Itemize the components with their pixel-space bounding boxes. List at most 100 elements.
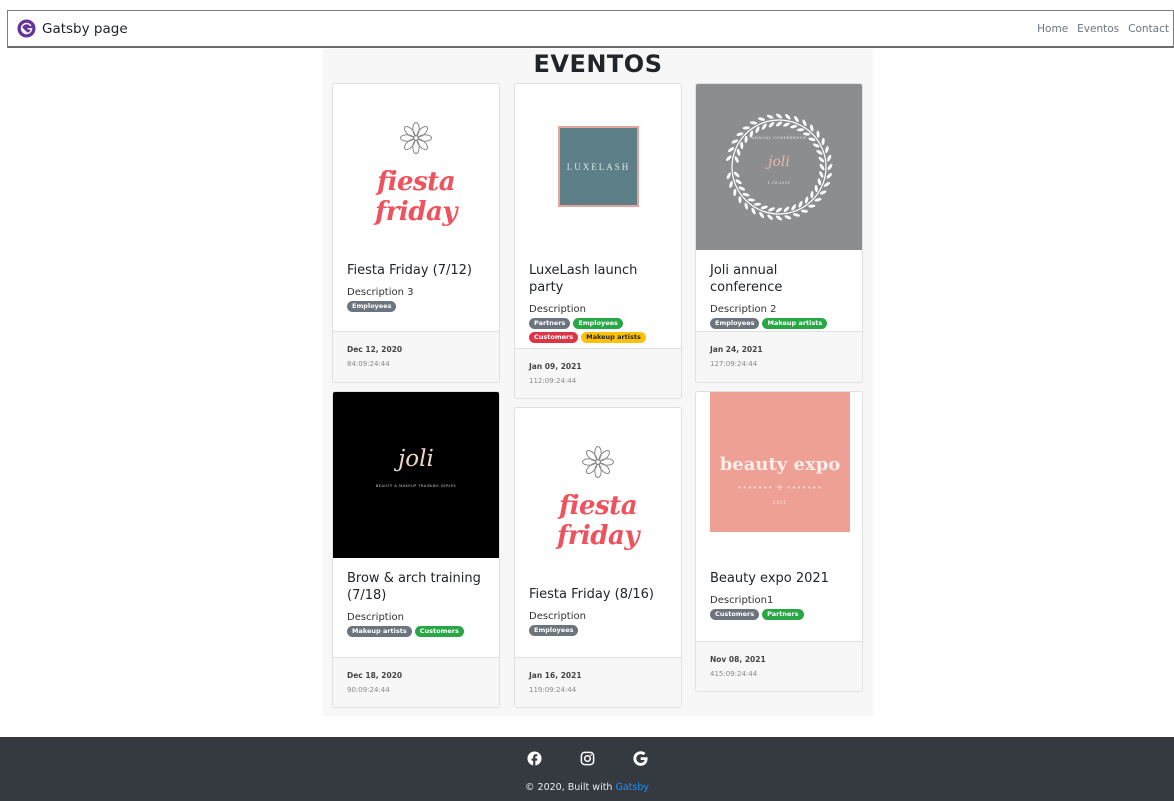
wreath-leaf	[761, 123, 767, 130]
image-caption: fiesta friday	[375, 167, 457, 227]
event-countdown: 90:09:24:44	[347, 686, 390, 694]
event-card[interactable]: fiesta friday Fiesta Friday (7/12) Descr…	[332, 83, 500, 383]
wreath-leaf	[783, 206, 790, 213]
wreath-leaf	[728, 147, 735, 152]
nav-contact[interactable]: Contact	[1128, 23, 1169, 35]
copyright: © 2020, Built with Gatsby	[0, 782, 1174, 793]
tag-badge: Customers	[529, 332, 579, 343]
tag-badge: Employees	[710, 318, 760, 329]
wreath-leaf	[759, 211, 764, 218]
wreath-leaf	[740, 141, 744, 150]
event-description: Description	[529, 611, 586, 622]
nav-links: Home Eventos Contact	[1037, 23, 1173, 35]
wreath-leaf	[783, 122, 790, 127]
wreath-leaf	[810, 191, 814, 199]
event-title: Fiesta Friday (7/12)	[347, 263, 472, 278]
event-image: LUXELASH	[515, 84, 681, 250]
wreath-leaf	[768, 121, 775, 128]
luxelash-logo: LUXELASH	[558, 126, 639, 207]
wreath-leaf	[812, 143, 820, 148]
event-date: Jan 24, 2021	[710, 345, 763, 354]
wreath-leaf	[814, 184, 818, 193]
tag-badge: Employees	[529, 625, 579, 636]
wreath-leaf	[785, 114, 791, 120]
event-title: LuxeLash launch party	[529, 263, 638, 295]
navbar: Gatsby page Home Eventos Contact	[7, 10, 1174, 48]
wreath-leaf	[808, 204, 816, 208]
brand-link[interactable]: Gatsby page	[17, 19, 128, 38]
event-description: Description 3	[347, 287, 414, 298]
wreath-leaf	[794, 116, 799, 123]
image-caption: joli	[768, 154, 790, 170]
google-icon[interactable]	[632, 751, 648, 770]
gatsby-link[interactable]: Gatsby	[615, 782, 649, 793]
tag-badge: Partners	[762, 609, 804, 620]
facebook-icon[interactable]	[526, 751, 542, 770]
tag-badge: Employees	[347, 301, 397, 312]
tag-badge: Employees	[573, 318, 623, 329]
wreath-leaf	[819, 171, 824, 178]
wreath-leaf	[791, 204, 797, 211]
wreath-leaf	[742, 126, 750, 130]
wreath-leaf	[726, 172, 731, 180]
copyright-text: © 2020, Built with	[525, 782, 613, 793]
event-card[interactable]: beauty expo ••••••• ✣ ••••••• 2021 Beaut…	[695, 391, 863, 692]
event-footer: Jan 09, 2021 112:09:24:44	[515, 348, 681, 398]
image-caption: beauty expo	[719, 454, 841, 475]
image-ornament: ••••••• ✣ •••••••	[737, 484, 823, 492]
wreath-leaf	[742, 192, 750, 197]
image-year: 2021	[772, 500, 788, 505]
event-title: Beauty expo 2021	[710, 571, 829, 586]
wreath-leaf	[755, 126, 760, 134]
beauty-expo-banner: beauty expo ••••••• ✣ ••••••• 2021	[710, 392, 850, 532]
event-description: Description	[347, 612, 404, 623]
event-card[interactable]: fiesta friday Fiesta Friday (8/16) Descr…	[514, 407, 682, 708]
wreath-leaf	[802, 119, 807, 127]
wreath-leaf	[749, 121, 758, 125]
flower-icon	[582, 446, 614, 478]
wreath-leaf	[733, 188, 737, 197]
tag-badge: Makeup artists	[347, 626, 412, 637]
event-title: Brow & arch training (7/18)	[347, 571, 481, 603]
event-tags: Employees	[347, 301, 485, 312]
event-countdown: 415:09:24:44	[710, 670, 758, 678]
image-caption: LUXELASH	[566, 161, 631, 172]
nav-home[interactable]: Home	[1037, 23, 1068, 35]
image-caption: joli	[398, 446, 434, 472]
event-tags: Employees	[529, 625, 667, 636]
event-card[interactable]: ANNUAL CONFERENCE joli 1.24.2021 Joli an…	[695, 83, 863, 383]
event-date: Nov 08, 2021	[710, 655, 766, 664]
wreath-leaf	[751, 207, 756, 215]
gatsby-logo-icon	[17, 19, 36, 38]
event-image: joli BEAUTY & MAKEUP TRAINING SERIES	[333, 392, 499, 558]
event-countdown: 119:09:24:44	[529, 686, 577, 694]
wreath-leaf	[819, 190, 827, 195]
event-date: Jan 16, 2021	[529, 671, 582, 680]
tag-badge: Customers	[710, 609, 760, 620]
wreath-leaf	[814, 198, 822, 202]
event-image: fiesta friday	[333, 84, 499, 250]
wreath-leaf	[766, 114, 774, 119]
wreath-leaf	[768, 207, 775, 212]
wreath-leaf	[804, 196, 809, 204]
wreath-leaf	[747, 198, 755, 202]
event-description: Description 2	[710, 304, 777, 315]
wreath-leaf	[758, 117, 766, 121]
wreath-leaf	[744, 202, 748, 210]
wreath-leaf	[792, 213, 800, 217]
tag-badge: Makeup artists	[581, 332, 646, 343]
wreath-leaf	[733, 171, 740, 178]
tag-badge: Makeup artists	[762, 318, 828, 329]
image-subtitle: BEAUTY & MAKEUP TRAINING SERIES	[375, 484, 457, 488]
event-card[interactable]: LUXELASH LuxeLash launch party Descripti…	[514, 83, 682, 399]
instagram-icon[interactable]	[580, 751, 595, 770]
event-card[interactable]: joli BEAUTY & MAKEUP TRAINING SERIES Bro…	[332, 391, 500, 708]
social-links	[0, 751, 1174, 770]
event-title: Joli annual conference	[710, 263, 783, 295]
tag-badge: Partners	[529, 318, 571, 329]
image-subtitle: ANNUAL CONFERENCE	[751, 136, 807, 140]
event-image: ANNUAL CONFERENCE joli 1.24.2021	[696, 84, 862, 250]
nav-eventos[interactable]: Eventos	[1077, 23, 1119, 35]
wreath-leaf	[767, 214, 773, 220]
tag-badge: Customers	[414, 626, 464, 637]
